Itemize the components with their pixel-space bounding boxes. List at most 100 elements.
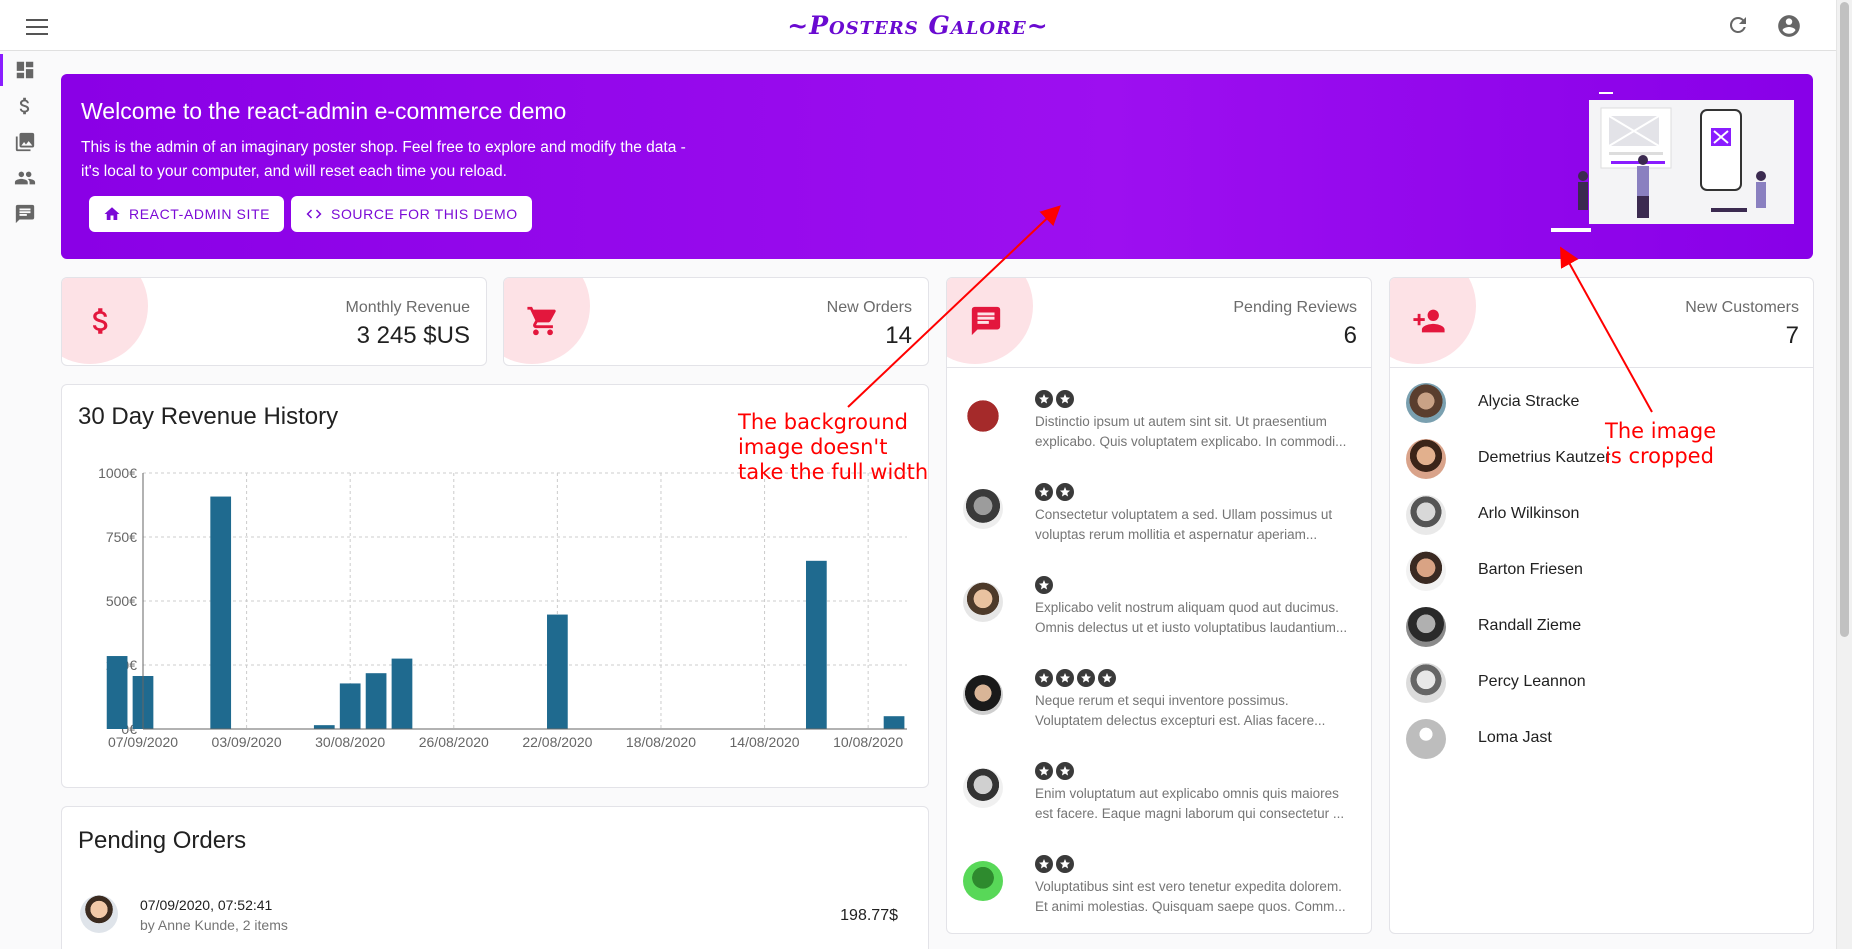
star-icon [1035, 855, 1053, 873]
pending-orders-title: Pending Orders [78, 827, 247, 854]
annotation-line: image doesn't [738, 435, 888, 459]
chart-bar [391, 658, 413, 729]
review-text-line: est facere. Eaque magni laborum qui cons… [1035, 806, 1345, 821]
dashboard-icon [16, 61, 34, 79]
welcome-illustration [1551, 92, 1794, 232]
star-icon [1056, 855, 1074, 873]
star-icon [1056, 669, 1074, 687]
chart-x-tick-label: 10/08/2020 [833, 734, 903, 750]
chart-x-tick-label: 30/08/2020 [315, 734, 385, 750]
review-text-line: Enim voluptatum aut explicabo omnis quis… [1035, 786, 1339, 801]
chart-y-tick-label: 1000€ [98, 465, 137, 481]
customer-avatar [1406, 439, 1446, 479]
new-orders-card[interactable]: New Orders 14 [503, 277, 929, 366]
review-text-line: Et animi molestias. Quisquam saepe quos.… [1035, 899, 1346, 914]
app-bar: ~Posters Galore~ [0, 0, 1836, 51]
stat-label: New Customers [1685, 299, 1799, 316]
star-icon [1077, 669, 1095, 687]
chart-y-tick-label: 500€ [106, 593, 137, 609]
review-item[interactable]: Distinctio ipsum ut autem sint sit. Ut p… [963, 388, 1351, 468]
stat-label: Pending Reviews [1233, 299, 1357, 316]
customer-name: Randall Zieme [1478, 617, 1582, 634]
sidebar-item-dashboard[interactable] [0, 52, 50, 88]
star-icon [1056, 483, 1074, 501]
review-text-line: explicabo. Quis voluptatem explicabo. In… [1035, 434, 1347, 449]
order-row[interactable]: 07/09/2020, 07:52:41 by Anne Kunde, 2 it… [78, 887, 898, 947]
customer-item[interactable]: Demetrius Kautzer [1406, 436, 1797, 482]
monthly-revenue-card[interactable]: Monthly Revenue 3 245 $US [61, 277, 487, 366]
react-admin-site-label: REACT-ADMIN SITE [129, 206, 271, 222]
image-icon [15, 132, 35, 152]
background-annotation: The background image doesn't take the fu… [738, 410, 928, 485]
review-text-line: Distinctio ipsum ut autem sint sit. Ut p… [1035, 414, 1327, 429]
review-item[interactable]: Neque rerum et sequi inventore possimus.… [963, 667, 1351, 747]
sidebar-item-products[interactable] [0, 124, 50, 160]
chart-x-tick-label: 26/08/2020 [419, 734, 489, 750]
stat-value: 6 [1343, 322, 1357, 349]
welcome-text-line2: it's local to your computer, and will re… [81, 163, 507, 180]
pending-orders-card: Pending Orders 07/09/2020, 07:52:41 by A… [61, 806, 929, 949]
source-demo-button[interactable]: SOURCE FOR THIS DEMO [291, 196, 532, 232]
customer-item[interactable]: Loma Jast [1406, 716, 1797, 762]
customer-item[interactable]: Alycia Stracke [1406, 380, 1797, 426]
customer-item[interactable]: Randall Zieme [1406, 604, 1797, 650]
dollar-icon [84, 304, 118, 338]
review-text-line: Explicabo velit nostrum aliquam quod aut… [1035, 600, 1339, 615]
welcome-text-line1: This is the admin of an imaginary poster… [81, 139, 686, 156]
welcome-text: This is the admin of an imaginary poster… [81, 136, 741, 184]
sidebar-item-customers[interactable] [0, 160, 50, 196]
customer-name: Alycia Stracke [1478, 393, 1580, 410]
customer-avatar [1406, 495, 1446, 535]
app-title: ~Posters Galore~ [787, 11, 1049, 40]
annotation-line: The image [1605, 419, 1717, 443]
rating-stars [1035, 669, 1116, 687]
customer-item[interactable]: Percy Leannon [1406, 660, 1797, 706]
customer-name: Demetrius Kautzer [1478, 449, 1611, 466]
customer-avatar [1406, 607, 1446, 647]
customer-name: Barton Friesen [1478, 561, 1583, 578]
review-item[interactable]: Consectetur voluptatem a sed. Ullam poss… [963, 481, 1351, 561]
review-text: Enim voluptatum aut explicabo omnis quis… [1035, 784, 1351, 824]
account-icon[interactable] [1776, 13, 1802, 39]
customer-item[interactable]: Arlo Wilkinson [1406, 492, 1797, 538]
divider [947, 367, 1371, 368]
star-icon [1098, 669, 1116, 687]
customer-name: Loma Jast [1478, 729, 1552, 746]
customer-item[interactable]: Barton Friesen [1406, 548, 1797, 594]
sidebar-item-reviews[interactable] [0, 196, 50, 232]
chart-bar [339, 683, 361, 729]
people-icon [14, 171, 36, 185]
review-item[interactable]: Voluptatibus sint est vero tenetur exped… [963, 853, 1351, 933]
rating-stars [1035, 855, 1074, 873]
stat-value: 3 245 $US [356, 322, 470, 349]
sidebar [0, 52, 50, 232]
reviewer-avatar [963, 768, 1003, 808]
source-demo-label: SOURCE FOR THIS DEMO [331, 206, 518, 222]
order-customer: by Anne Kunde, 2 items [140, 917, 288, 933]
comment-icon [969, 304, 1003, 338]
refresh-icon[interactable] [1726, 13, 1750, 37]
customer-avatar [1406, 551, 1446, 591]
review-item[interactable]: Explicabo velit nostrum aliquam quod aut… [963, 574, 1351, 654]
chart-bar [805, 560, 827, 729]
scrollbar-thumb[interactable] [1840, 2, 1849, 637]
review-text-line: Voluptatibus sint est vero tenetur exped… [1035, 879, 1342, 894]
cropped-annotation: The image is cropped [1605, 419, 1716, 469]
review-text-line: Voluptatem delectus excepturi est. Alias… [1035, 713, 1326, 728]
rating-stars [1035, 576, 1053, 594]
pending-reviews-header[interactable]: Pending Reviews 6 [947, 278, 1371, 367]
review-item[interactable]: Enim voluptatum aut explicabo omnis quis… [963, 760, 1351, 840]
new-customers-header[interactable]: New Customers 7 [1390, 278, 1813, 367]
welcome-title: Welcome to the react-admin e-commerce de… [81, 98, 567, 124]
chart-bar [106, 656, 128, 729]
review-text: Consectetur voluptatem a sed. Ullam poss… [1035, 505, 1351, 545]
order-date: 07/09/2020, 07:52:41 [140, 897, 273, 913]
page-scrollbar[interactable] [1836, 0, 1852, 949]
sidebar-item-commands[interactable] [0, 88, 50, 124]
review-text-line: Neque rerum et sequi inventore possimus. [1035, 693, 1289, 708]
customer-name: Percy Leannon [1478, 673, 1586, 690]
rating-stars [1035, 390, 1074, 408]
comment-icon [15, 204, 35, 224]
react-admin-site-button[interactable]: REACT-ADMIN SITE [89, 196, 285, 232]
stat-label: New Orders [826, 299, 912, 316]
